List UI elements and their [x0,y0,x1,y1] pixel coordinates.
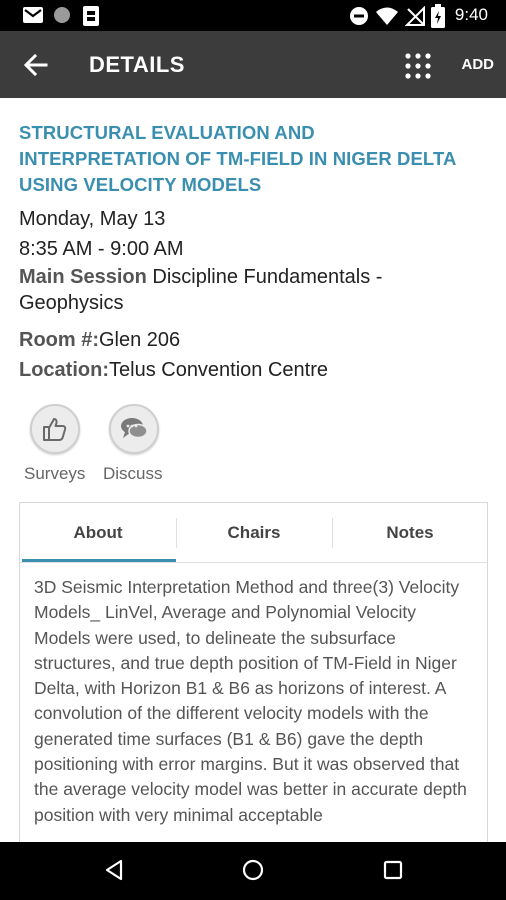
battery-icon [431,4,445,28]
system-nav-bar [0,842,506,900]
home-circle-icon[interactable] [241,858,265,882]
status-bar: 9:40 [0,0,506,31]
location-value: Telus Convention Centre [109,359,329,381]
session-date: Monday, May 13 [19,208,166,230]
tab-bar: About Chairs Notes [20,503,487,563]
sim-icon [83,6,99,26]
back-arrow-icon[interactable] [22,51,50,79]
session-time: 8:35 AM - 9:00 AM [19,238,184,260]
room-value: Glen 206 [99,329,181,351]
details-tabs-card: About Chairs Notes 3D Seismic Interpreta… [19,502,488,842]
discuss-label: Discuss [103,464,163,483]
about-text: 3D Seismic Interpretation Method and thr… [34,577,467,825]
room-label: Room #: [19,329,99,351]
back-triangle-icon[interactable] [103,858,125,882]
no-signal-icon [405,6,425,26]
page-title: DETAILS [89,52,185,77]
session-location: Location:Telus Convention Centre [19,355,328,385]
tab-about[interactable]: About [20,503,176,562]
add-button[interactable]: ADD [462,56,495,73]
wifi-icon [376,7,398,25]
do-not-disturb-icon [350,7,368,25]
details-content: STRUCTURAL EVALUATION AND INTERPRETATION… [0,98,506,842]
dot-icon [54,7,70,23]
discuss-circle[interactable] [109,404,159,454]
tab-notes[interactable]: Notes [332,503,488,562]
thumbs-up-icon [43,418,67,441]
chat-bubbles-icon [121,418,148,439]
surveys-label: Surveys [24,464,86,483]
clock: 9:40 [454,5,488,24]
tab-chairs[interactable]: Chairs [176,503,332,562]
active-tab-indicator [22,559,176,562]
discuss-button[interactable]: Discuss [103,404,163,484]
session-title: STRUCTURAL EVALUATION AND INTERPRETATION… [19,122,456,195]
location-label: Location: [19,359,109,381]
surveys-button[interactable]: Surveys [24,404,86,484]
surveys-circle[interactable] [30,404,80,454]
gmail-icon [23,7,43,23]
app-toolbar: DETAILS ADD [0,31,506,98]
recents-square-icon[interactable] [382,858,404,882]
session-room: Room #:Glen 206 [19,325,180,355]
grid-menu-icon[interactable] [404,52,432,80]
session-track: Main Session Discipline Fundamentals - G… [19,264,479,316]
session-label: Main Session [19,266,147,288]
